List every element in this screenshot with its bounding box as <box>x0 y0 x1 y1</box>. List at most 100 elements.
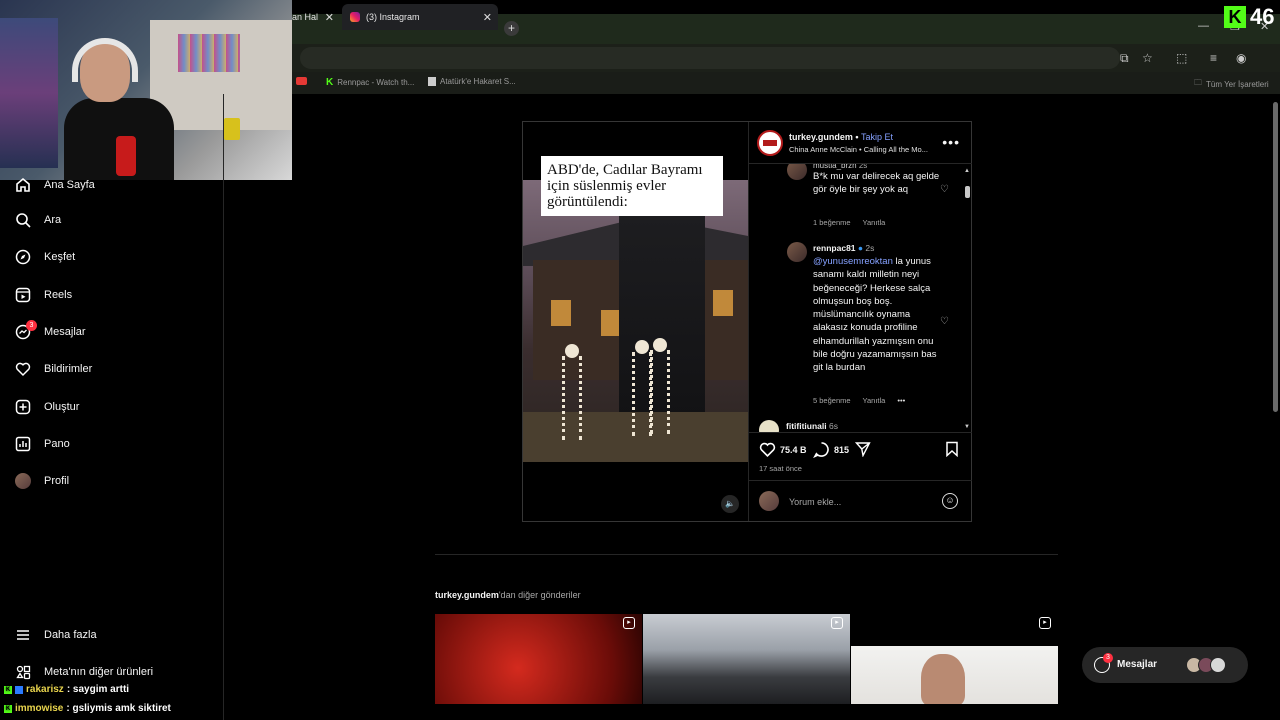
messages-pill[interactable]: 3 Mesajlar <box>1082 647 1248 683</box>
save-button[interactable] <box>945 441 959 457</box>
audio-muted-icon[interactable]: 🔈 <box>721 495 739 513</box>
emoji-icon[interactable]: ☺ <box>942 493 958 509</box>
nav-search[interactable]: Ara <box>14 211 61 229</box>
post-thumbnail[interactable] <box>435 614 642 704</box>
follow-button[interactable]: Takip Et <box>861 132 893 142</box>
nav-more[interactable]: Daha fazla <box>14 626 97 644</box>
skeleton <box>562 356 582 440</box>
comment-time: 6s <box>828 421 838 431</box>
bookmark-youtube[interactable] <box>296 77 307 85</box>
post-side-panel: turkey.gundem • Takip Et China Anne McCl… <box>748 122 972 521</box>
like-button[interactable]: 75.4 B <box>759 441 807 458</box>
more-posts-username[interactable]: turkey.gundem <box>435 590 499 600</box>
nav-dashboard[interactable]: Pano <box>14 435 70 453</box>
skeleton <box>632 352 652 436</box>
add-comment: ☺ <box>749 480 972 521</box>
comment-mention[interactable]: @yunusemreoktan <box>813 256 893 267</box>
comment-likes[interactable]: 1 beğenme <box>813 218 851 227</box>
bookmark-rennpac[interactable]: K Rennpac - Watch th... <box>326 77 414 88</box>
nav-profile[interactable]: Profil <box>14 472 69 490</box>
compass-icon <box>14 248 32 266</box>
new-tab-button[interactable]: + <box>504 21 519 36</box>
nav-meta-products[interactable]: Meta'nın diğer ürünleri <box>14 663 153 681</box>
author-username[interactable]: turkey.gundem <box>789 132 853 142</box>
heart-icon <box>759 442 776 458</box>
post-time[interactable]: 17 saat önce <box>759 464 802 473</box>
author-avatar[interactable] <box>757 130 783 156</box>
profile-avatar <box>14 472 32 490</box>
video-caption: ABD'de, Cadılar Bayramı için süslenmiş e… <box>541 156 723 216</box>
nav-label: Keşfet <box>44 251 76 263</box>
comment-avatar[interactable] <box>787 164 807 180</box>
hamburger-icon <box>14 626 32 644</box>
post-thumbnail[interactable] <box>643 614 850 704</box>
nav-reels[interactable]: Reels <box>14 286 72 304</box>
author-line: turkey.gundem • Takip Et <box>789 132 894 142</box>
scroll-down-icon[interactable]: ▼ <box>964 424 970 430</box>
extensions-icon[interactable]: ⬚ <box>1176 51 1187 65</box>
nav-notifications[interactable]: Bildirimler <box>14 360 92 378</box>
profile-icon[interactable]: ◉ <box>1236 51 1246 65</box>
tab-instagram[interactable]: (3) Instagram ✕ <box>342 4 498 30</box>
meta-grid-icon <box>14 663 32 681</box>
bookmark-label: Atatürk'e Hakaret S... <box>440 77 516 86</box>
comment-options-icon[interactable]: ••• <box>897 396 905 405</box>
post-card: ABD'de, Cadılar Bayramı için süslenmiş e… <box>522 121 972 522</box>
comment-avatar[interactable] <box>759 420 779 432</box>
comments-scrollbar[interactable]: ▲ ▼ <box>964 168 970 432</box>
nav-explore[interactable]: Keşfet <box>14 248 75 266</box>
close-tab-icon[interactable]: ✕ <box>325 11 334 24</box>
scrollbar-thumb[interactable] <box>965 186 970 198</box>
kick-badge-icon: K <box>4 704 12 713</box>
comment-likes[interactable]: 5 beğenme <box>813 396 851 405</box>
comment-input[interactable] <box>789 494 929 510</box>
bookmark-star-icon[interactable]: ☆ <box>1142 51 1153 65</box>
comment-button[interactable]: 815 <box>813 441 849 458</box>
post-video[interactable]: ABD'de, Cadılar Bayramı için süslenmiş e… <box>523 122 748 521</box>
install-app-icon[interactable]: ⧉ <box>1120 51 1129 66</box>
chat-username: immowise <box>15 703 64 714</box>
bookmark-ataturk[interactable]: Atatürk'e Hakaret S... <box>428 77 516 86</box>
close-tab-icon[interactable]: ✕ <box>483 11 492 24</box>
share-icon <box>855 442 871 457</box>
chat-text: : gsliymis amk siktiret <box>66 703 171 714</box>
comment-header: fitifitiunali 6s <box>786 420 838 432</box>
comment-avatar[interactable] <box>787 242 807 262</box>
like-comment-icon[interactable]: ♡ <box>940 316 949 327</box>
like-comment-icon[interactable]: ♡ <box>940 184 949 195</box>
nav-label: Meta'nın diğer ürünleri <box>44 666 154 678</box>
like-count: 75.4 B <box>780 444 807 455</box>
comment-icon <box>813 442 829 458</box>
nav-home[interactable]: Ana Sayfa <box>14 176 95 194</box>
more-options-icon[interactable]: ••• <box>942 134 960 150</box>
nav-messages[interactable]: Mesajlar <box>14 323 86 341</box>
page-scrollbar[interactable] <box>1271 94 1280 704</box>
minimize-icon[interactable]: — <box>1198 20 1209 32</box>
comment-username[interactable]: rennpac81 <box>813 243 856 253</box>
nav-create[interactable]: Oluştur <box>14 398 79 416</box>
share-button[interactable] <box>855 441 871 457</box>
menu-icon[interactable]: ≡ <box>1210 51 1217 65</box>
post-thumbnail[interactable] <box>851 646 1058 704</box>
reply-button[interactable]: Yanıtla <box>863 396 886 405</box>
kick-logo-icon: K <box>1224 6 1246 28</box>
home-icon <box>14 176 32 194</box>
page-scrollbar-thumb[interactable] <box>1273 102 1278 412</box>
nav-label: Oluştur <box>44 401 80 413</box>
scroll-up-icon[interactable]: ▲ <box>964 168 970 174</box>
tab-label: (3) Instagram <box>366 12 420 22</box>
all-bookmarks[interactable]: 🗀 Tüm Yer İşaretleri <box>1194 77 1269 91</box>
comment-username[interactable]: fitifitiunali <box>786 421 827 431</box>
tab-previous[interactable]: an Hal ✕ <box>284 4 340 30</box>
comments-list: mustia_brzn 2s B*k mu var delirecek aq g… <box>749 164 972 432</box>
page-icon <box>428 77 436 86</box>
webcam-poster <box>178 34 240 72</box>
heart-icon <box>14 360 32 378</box>
address-bar[interactable] <box>300 47 1120 69</box>
reel-indicator-icon: ▸ <box>1039 617 1051 629</box>
comment-meta: 1 beğenme Yanıtla <box>813 218 885 227</box>
audio-track[interactable]: China Anne McClain • Calling All the Mo.… <box>789 145 928 154</box>
reply-button[interactable]: Yanıtla <box>863 218 886 227</box>
chat-message: K immowise : gsliymis amk siktiret <box>4 703 171 714</box>
reel-indicator-icon: ▸ <box>831 617 843 629</box>
